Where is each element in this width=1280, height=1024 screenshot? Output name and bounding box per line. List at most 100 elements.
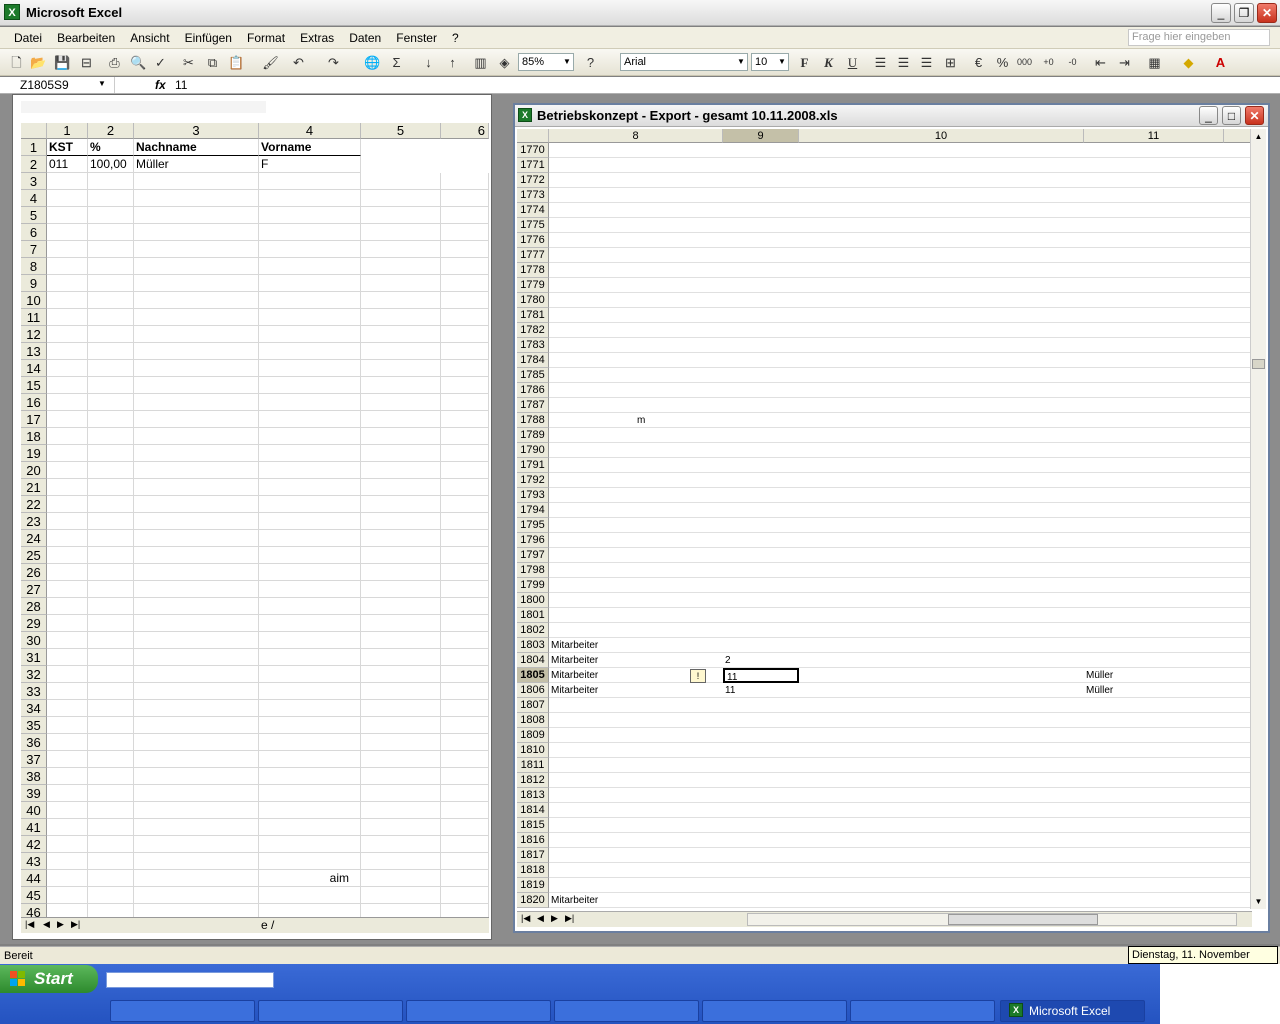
grid-row[interactable] xyxy=(549,218,1252,233)
grid-row[interactable] xyxy=(549,263,1252,278)
taskbar-item[interactable] xyxy=(702,1000,847,1022)
cell[interactable] xyxy=(361,785,441,802)
cell[interactable] xyxy=(259,615,361,632)
row-header[interactable]: 29 xyxy=(21,615,47,632)
row-header[interactable]: 1798 xyxy=(517,563,549,578)
cell[interactable] xyxy=(441,360,489,377)
cell[interactable] xyxy=(134,581,259,598)
grid-row[interactable] xyxy=(549,743,1252,758)
grid-row[interactable] xyxy=(549,398,1252,413)
cell[interactable] xyxy=(47,700,88,717)
row-header[interactable]: 1811 xyxy=(517,758,549,773)
cell[interactable] xyxy=(88,207,134,224)
cell[interactable] xyxy=(361,768,441,785)
grid-row[interactable] xyxy=(549,773,1252,788)
cell[interactable] xyxy=(259,819,361,836)
row-header[interactable]: 6 xyxy=(21,224,47,241)
row-header[interactable]: 1820 xyxy=(517,893,549,908)
col-header[interactable] xyxy=(1224,129,1252,143)
row-header[interactable]: 18 xyxy=(21,428,47,445)
next-sheet-icon[interactable]: ▶ xyxy=(57,919,64,930)
cell[interactable] xyxy=(47,785,88,802)
row-header[interactable]: 1794 xyxy=(517,503,549,518)
last-sheet-icon[interactable]: ▶| xyxy=(565,913,574,924)
cell-kst[interactable]: 011 xyxy=(47,156,88,173)
cell[interactable] xyxy=(47,207,88,224)
align-center-icon[interactable]: ☰ xyxy=(895,54,912,71)
scroll-down-icon[interactable]: ▼ xyxy=(1251,894,1266,909)
active-cell[interactable]: 11 xyxy=(723,668,799,683)
cell[interactable] xyxy=(88,581,134,598)
cell[interactable] xyxy=(361,870,441,887)
cell[interactable] xyxy=(47,836,88,853)
cell[interactable] xyxy=(259,836,361,853)
cell[interactable] xyxy=(361,496,441,513)
cell[interactable] xyxy=(134,819,259,836)
cell[interactable] xyxy=(47,411,88,428)
cell[interactable] xyxy=(134,258,259,275)
cell[interactable] xyxy=(441,581,489,598)
cell[interactable] xyxy=(361,428,441,445)
cell[interactable] xyxy=(441,479,489,496)
prev-sheet-icon[interactable]: ◀ xyxy=(43,919,50,930)
grid-row[interactable] xyxy=(549,323,1252,338)
cell[interactable] xyxy=(259,887,361,904)
grid-row[interactable] xyxy=(549,833,1252,848)
grid-row[interactable] xyxy=(549,188,1252,203)
cell[interactable] xyxy=(441,836,489,853)
row-header[interactable]: 44 xyxy=(21,870,47,887)
cell[interactable] xyxy=(441,632,489,649)
cell[interactable] xyxy=(361,802,441,819)
cell[interactable] xyxy=(47,292,88,309)
decrease-decimal-icon[interactable]: -0 xyxy=(1064,54,1081,71)
drawing-icon[interactable]: ◈ xyxy=(496,54,513,71)
row-header[interactable]: 28 xyxy=(21,598,47,615)
close-button[interactable]: ✕ xyxy=(1257,3,1277,23)
row-header[interactable]: 32 xyxy=(21,666,47,683)
grid-row[interactable] xyxy=(549,848,1252,863)
cell[interactable] xyxy=(441,394,489,411)
row-header[interactable]: 1803 xyxy=(517,638,549,653)
cell[interactable] xyxy=(259,496,361,513)
grid-row[interactable] xyxy=(549,488,1252,503)
grid-row[interactable] xyxy=(549,248,1252,263)
row-header[interactable]: 1787 xyxy=(517,398,549,413)
row-header[interactable]: 1776 xyxy=(517,233,549,248)
row-header[interactable]: 21 xyxy=(21,479,47,496)
italic-button[interactable]: K xyxy=(820,54,837,71)
row-header[interactable]: 1785 xyxy=(517,368,549,383)
format-painter-icon[interactable]: 🖌 xyxy=(262,54,279,71)
cell[interactable] xyxy=(259,462,361,479)
cell[interactable] xyxy=(88,513,134,530)
cell[interactable] xyxy=(47,598,88,615)
cell[interactable] xyxy=(47,819,88,836)
row-header[interactable]: 1797 xyxy=(517,548,549,563)
cell[interactable] xyxy=(47,649,88,666)
cell[interactable] xyxy=(441,292,489,309)
row-header[interactable]: 1795 xyxy=(517,518,549,533)
sort-ascending-icon[interactable]: ↓ xyxy=(420,54,437,71)
row-header[interactable]: 11 xyxy=(21,309,47,326)
row-header[interactable]: 1813 xyxy=(517,788,549,803)
row-header[interactable]: 1790 xyxy=(517,443,549,458)
col-header[interactable]: 11 xyxy=(1084,129,1224,143)
grid-row[interactable] xyxy=(549,758,1252,773)
cell[interactable] xyxy=(259,411,361,428)
increase-indent-icon[interactable]: ⇥ xyxy=(1116,54,1133,71)
col-header[interactable]: 4 xyxy=(259,123,361,139)
cell[interactable] xyxy=(134,649,259,666)
doc-minimize-button[interactable]: _ xyxy=(1199,106,1218,125)
row-header[interactable]: 1819 xyxy=(517,878,549,893)
cell[interactable] xyxy=(259,734,361,751)
hyperlink-icon[interactable]: 🌐 xyxy=(364,54,381,71)
row-header[interactable]: 1783 xyxy=(517,338,549,353)
cell[interactable] xyxy=(441,224,489,241)
last-sheet-icon[interactable]: ▶| xyxy=(71,919,80,930)
taskbar-item[interactable] xyxy=(258,1000,403,1022)
col-header-selected[interactable]: 9 xyxy=(723,129,799,143)
cell[interactable] xyxy=(134,836,259,853)
cell[interactable] xyxy=(361,649,441,666)
cell[interactable] xyxy=(361,343,441,360)
font-select[interactable]: Arial ▼ xyxy=(620,53,748,71)
cell[interactable] xyxy=(361,836,441,853)
